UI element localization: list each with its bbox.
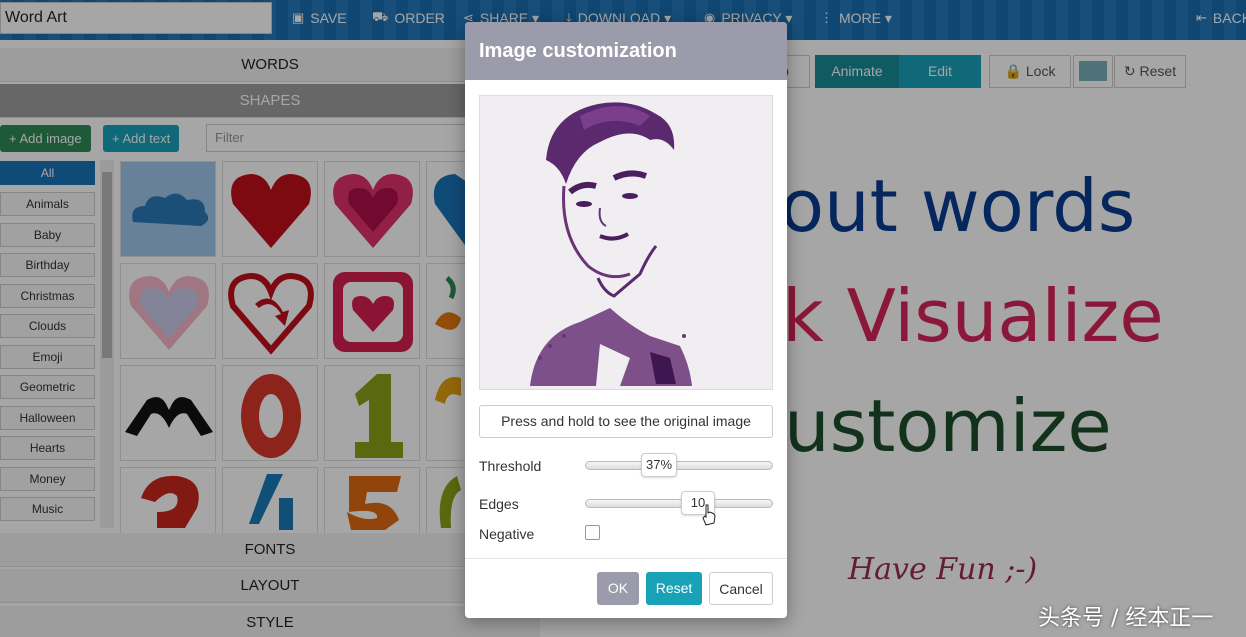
- negative-label: Negative: [479, 526, 535, 542]
- threshold-slider-handle[interactable]: 37%: [641, 453, 677, 477]
- image-customization-dialog: Image customization Press and hold to se: [465, 22, 787, 618]
- dialog-footer-divider: [465, 558, 787, 559]
- ok-button[interactable]: OK: [597, 572, 639, 605]
- edges-label: Edges: [479, 496, 519, 512]
- show-original-button[interactable]: Press and hold to see the original image: [479, 405, 773, 438]
- threshold-label: Threshold: [479, 458, 542, 474]
- negative-checkbox[interactable]: [585, 525, 600, 540]
- threshold-slider[interactable]: [585, 461, 773, 470]
- dialog-title: Image customization: [465, 22, 787, 80]
- hand-cursor-icon: [702, 504, 716, 526]
- portrait-image: [530, 102, 692, 386]
- watermark: 头条号 / 经本正一: [1038, 606, 1214, 631]
- edges-slider[interactable]: [585, 499, 773, 508]
- reset-button[interactable]: Reset: [646, 572, 702, 605]
- image-preview: [479, 95, 773, 390]
- cancel-button[interactable]: Cancel: [709, 572, 773, 605]
